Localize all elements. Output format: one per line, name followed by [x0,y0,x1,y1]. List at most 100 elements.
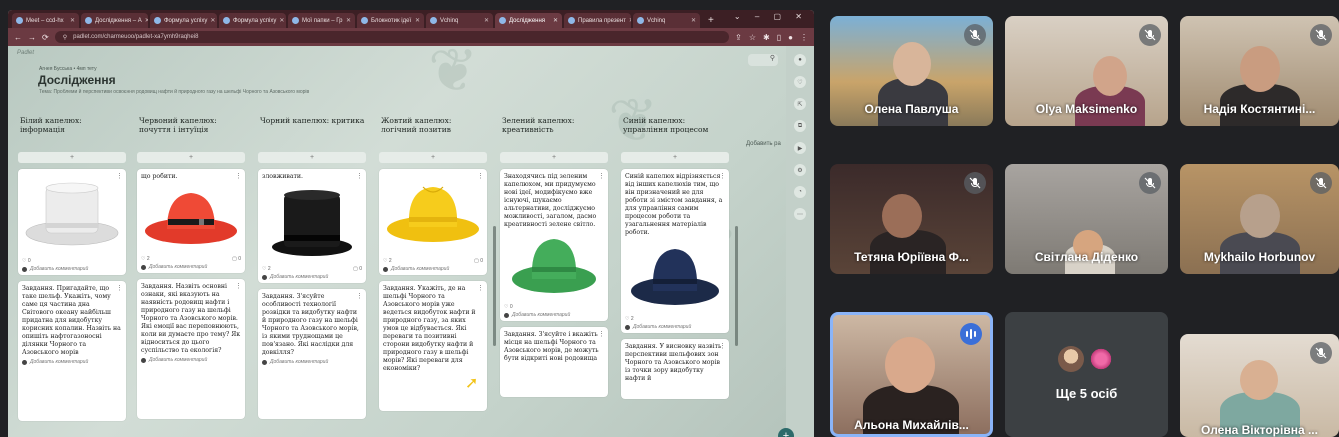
browser-tab[interactable]: Meet – ccd-hx ✕ [12,13,79,28]
tab-close-icon[interactable]: ✕ [691,17,696,24]
others-tile[interactable]: Ще 5 осіб [1005,312,1168,437]
tab-close-icon[interactable]: ✕ [145,17,148,24]
add-comment-link[interactable]: Добавить комментарий [504,312,604,318]
browser-tab[interactable]: Vchinq ✕ [633,13,700,28]
add-post-button[interactable]: + [621,152,729,163]
browser-tab[interactable]: Мої папки – Гр ✕ [288,13,355,28]
comment-count[interactable]: ▢ 0 [474,258,483,264]
add-post-button[interactable]: + [379,152,487,163]
post-card[interactable]: ⋮ що робити. ♡ 2 ▢ 0 Добавить комментарий [137,169,245,273]
tab-close-icon[interactable]: ✕ [70,17,75,24]
extensions-icon[interactable]: ✱ [763,33,770,42]
post-menu-icon[interactable]: ⋮ [235,172,242,180]
share-board-icon[interactable]: ⇱ [794,98,806,110]
like-count[interactable]: ♡ 2 [141,256,150,262]
add-post-button[interactable]: + [500,152,608,163]
window-controls-icon[interactable]: ⌄ – ▢ ✕ [734,12,808,21]
post-card[interactable]: ⋮ ♡ 0 Добавить комментарий [18,169,126,275]
participant-tile[interactable]: Олена Вікторівна ... [1180,334,1339,437]
tab-close-icon[interactable]: ✕ [484,17,489,24]
post-card[interactable]: ⋮ Завдання. Укажіть, де на шельфі Чорног… [379,281,487,411]
add-post-button[interactable]: + [258,152,366,163]
like-count[interactable]: ♡ 2 [383,258,392,264]
add-comment-link[interactable]: Добавить комментарий [262,274,362,280]
site-info-icon[interactable]: ⚲ [63,34,67,41]
slideshow-icon[interactable]: ▶ [794,142,806,154]
post-card[interactable]: ⋮ Завдання. Пригадайте, що таке шельф. У… [18,281,126,421]
post-menu-icon[interactable]: ⋮ [116,284,123,292]
tab-close-icon[interactable]: ✕ [279,17,284,24]
tab-close-icon[interactable]: ✕ [346,17,351,24]
like-count[interactable]: ♡ 2 [625,316,634,322]
tab-close-icon[interactable]: ✕ [553,17,558,24]
back-icon[interactable]: ← [14,33,22,42]
add-comment-link[interactable]: Добавить комментарий [383,266,483,272]
post-menu-icon[interactable]: ⋮ [356,292,363,300]
add-comment-link[interactable]: Добавить комментарий [262,359,362,365]
post-card[interactable]: ⋮ Синій капелюх відрізняється від інших … [621,169,729,333]
breadcrumb[interactable]: Агнея Бусська • 4мп тету [39,66,97,72]
comment-count[interactable]: ▢ 0 [232,256,241,262]
notifications-icon[interactable]: ◔ [794,186,806,198]
bookmark-star-icon[interactable]: ☆ [749,33,756,42]
new-tab-icon[interactable]: + [708,13,714,28]
tab-close-icon[interactable]: ✕ [415,17,420,24]
settings-gear-icon[interactable]: ⚙ [794,164,806,176]
post-menu-icon[interactable]: ⋮ [719,172,726,180]
add-post-button[interactable]: + [137,152,245,163]
participant-tile[interactable]: Світлана Діденко [1005,164,1168,274]
more-options-icon[interactable]: ⋯ [794,208,806,220]
participant-tile[interactable]: Mykhailo Horbunov [1180,164,1339,274]
add-comment-link[interactable]: Добавить комментарий [625,324,725,330]
add-post-button[interactable]: + [18,152,126,163]
post-menu-icon[interactable]: ⋮ [356,172,363,180]
post-card[interactable]: ⋮ ♡ 2 ▢ 0 Добавить комментарий [379,169,487,275]
like-count[interactable]: ♡ 2 [262,266,271,272]
remake-icon[interactable]: ⧉ [794,120,806,132]
post-menu-icon[interactable]: ⋮ [235,282,242,290]
add-comment-link[interactable]: Добавить комментарий [141,264,241,270]
browser-tab[interactable]: Формула успіху ✕ [150,13,217,28]
column-scrollbar[interactable] [493,226,496,346]
post-menu-icon[interactable]: ⋮ [477,284,484,292]
search-icon[interactable]: ⚲ [748,54,778,66]
post-menu-icon[interactable]: ⋮ [598,330,605,338]
padlet-logo[interactable]: Padlet [17,50,34,56]
post-card[interactable]: ⋮ Завдання. З'ясуйте особливості техноло… [258,289,366,419]
forward-icon[interactable]: → [28,33,36,42]
post-card[interactable]: ⋮ Знаходячись під зеленим капелюхом, ми … [500,169,608,321]
reload-icon[interactable]: ⟳ [42,33,49,42]
browser-tab[interactable]: Правила презент✕ [564,13,631,28]
comment-count[interactable]: ▢ 0 [353,266,362,272]
browser-tab-active[interactable]: Дослідження ✕ [495,13,562,28]
profile-avatar[interactable]: ● [788,33,793,42]
address-bar[interactable]: ⚲ padlet.com/charmeuoo/padlet-xa7ymh9raq… [54,31,730,43]
like-count[interactable]: ♡ 0 [22,258,31,264]
browser-tab[interactable]: Дослідження – A ✕ [81,13,148,28]
post-card[interactable]: ⋮ Завдання. У висновку назвіть перспекти… [621,339,729,399]
share-icon[interactable]: ⇪ [735,33,742,42]
like-icon[interactable]: ♡ [794,76,806,88]
column-scrollbar[interactable] [735,226,738,346]
post-card[interactable]: ⋮ Завдання. З'ясуйте і вкажіть місця на … [500,327,608,397]
participant-tile[interactable]: Надія Костянтині... [1180,16,1339,126]
tab-close-icon[interactable]: ✕ [210,17,215,24]
participant-tile[interactable]: Тетяна Юріївна Ф... [830,164,993,274]
participant-tile-speaking[interactable]: Альона Михайлів... [830,312,993,437]
add-comment-link[interactable]: Добавить комментарий [141,357,241,363]
padlet-avatar-icon[interactable]: ● [794,54,806,66]
add-comment-link[interactable]: Добавить комментарий [22,359,122,365]
post-card[interactable]: ⋮ Завдання. Назвіть основні ознаки, які … [137,279,245,419]
browser-tab[interactable]: Vchinq ✕ [426,13,493,28]
sidebar-icon[interactable]: ▯ [777,33,781,42]
participant-tile[interactable]: Olya Maksimenko [1005,16,1168,126]
participant-tile[interactable]: Олена Павлуша [830,16,993,126]
add-comment-link[interactable]: Добавить комментарий [22,266,122,272]
like-count[interactable]: ♡ 0 [504,304,513,310]
tab-close-icon[interactable]: ✕ [629,17,631,24]
browser-menu-icon[interactable]: ⋮ [800,33,808,42]
post-card[interactable]: ⋮ зловживати. ♡ 2 ▢ 0 Добавить комментари… [258,169,366,283]
browser-tab[interactable]: Блокнотик ідеї ✕ [357,13,424,28]
add-post-fab[interactable]: + [778,428,794,437]
post-menu-icon[interactable]: ⋮ [719,342,726,350]
